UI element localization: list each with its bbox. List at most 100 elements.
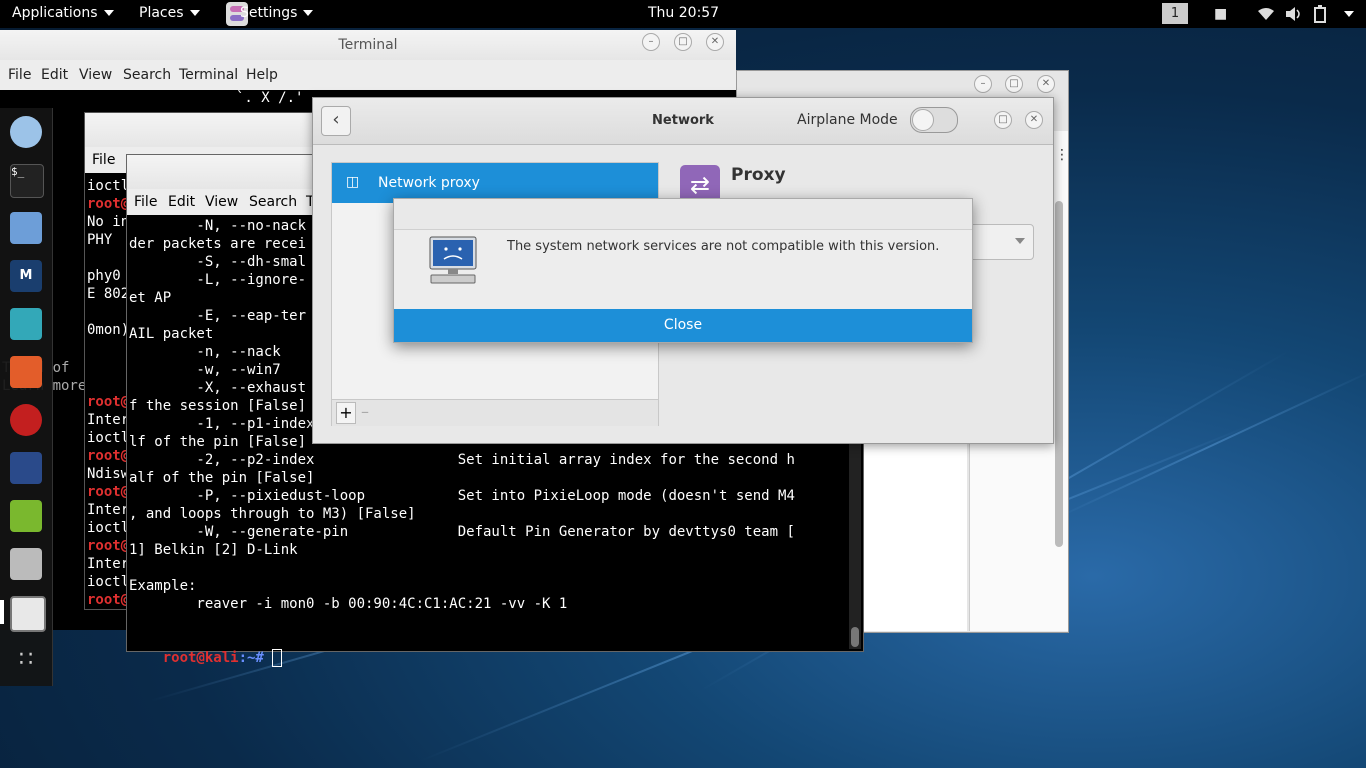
places-menu[interactable]: Places (139, 5, 200, 21)
network-proxy-icon: ◫ (346, 174, 360, 190)
terminal-line: -S, --dh-smal (129, 254, 307, 270)
terminal-prompt[interactable]: root@kali:~# (129, 631, 283, 667)
terminal-line: alf of the pin [False] (129, 470, 315, 486)
error-dialog: The system network services are not comp… (393, 198, 973, 343)
chevron-down-icon (189, 10, 200, 16)
leafpad-icon[interactable] (10, 500, 42, 532)
settings-menu[interactable]: Settings (240, 5, 314, 21)
cutycapt-icon[interactable] (10, 548, 42, 580)
terminal-line: -w, --win7 (129, 362, 281, 378)
add-icon[interactable]: + (336, 402, 356, 424)
terminal-line: -L, --ignore- (129, 272, 307, 288)
terminal-line: -2, --p2-index Set initial array index f… (129, 452, 795, 468)
terminal-line: et AP (129, 290, 172, 306)
minimize-icon[interactable]: – (642, 33, 660, 51)
menu-terminal[interactable]: Terminal (179, 67, 238, 83)
menu-edit[interactable]: Edit (168, 194, 195, 210)
terminal-line: AIL packet (129, 326, 214, 342)
terminal-line: -W, --generate-pin Default Pin Generator… (129, 524, 795, 540)
sidebar-item-label: Network proxy (378, 175, 480, 191)
network-headerbar: ‹ Network Airplane Mode □ ✕ (313, 98, 1053, 145)
menu-view[interactable]: View (79, 67, 112, 83)
top-bar: Applications Places Settings Thu 20:57 1… (0, 0, 1366, 28)
settings-label: Settings (240, 5, 298, 21)
pidgin-icon[interactable] (10, 116, 42, 148)
menu-file[interactable]: File (92, 152, 115, 168)
prompt-user: root@kali (162, 650, 239, 666)
maximize-icon[interactable]: □ (674, 33, 692, 51)
workspace-indicator[interactable]: 1 (1162, 3, 1188, 24)
menu-view[interactable]: View (205, 194, 238, 210)
people-icon[interactable]: ■ (1214, 6, 1227, 22)
places-label: Places (139, 5, 184, 21)
terminal-line: ioctl (87, 178, 130, 194)
terminal-line: lf of the pin [False] (129, 434, 307, 450)
remove-icon[interactable]: – (356, 402, 374, 422)
close-icon[interactable]: ✕ (1037, 75, 1055, 93)
terminal-line: -E, --eap-ter (129, 308, 307, 324)
sidebar-item-network-proxy[interactable]: ◫ Network proxy (332, 163, 658, 203)
menu-file[interactable]: File (134, 194, 157, 210)
scrollbar[interactable] (1055, 201, 1063, 547)
burpsuite-icon[interactable] (10, 356, 42, 388)
proxy-heading: Proxy (731, 165, 786, 185)
battery-icon[interactable] (1312, 5, 1332, 23)
terminal-line: -1, --p1-index (129, 416, 315, 432)
close-icon[interactable]: ✕ (1025, 111, 1043, 129)
terminal-menubar: File Edit View Search Terminal Help (0, 60, 736, 90)
more-options-icon[interactable]: ⋮ (1055, 147, 1069, 163)
terminal-line: Example: (129, 578, 197, 594)
terminal-line: reaver -i mon0 -b 00:90:4C:C1:AC:21 -vv … (129, 596, 568, 612)
dialog-message: The system network services are not comp… (507, 239, 940, 254)
applications-menu[interactable]: Applications (12, 5, 114, 21)
prompt-path: :~# (238, 650, 273, 666)
close-button[interactable]: Close (394, 309, 972, 342)
terminal-line: -n, --nack (129, 344, 281, 360)
terminal-line: -P, --pixiedust-loop Set into PixieLoop … (129, 488, 795, 504)
airplane-mode-switch[interactable] (910, 107, 958, 133)
terminal-line: PHY (87, 232, 113, 248)
running-indicator (0, 600, 4, 624)
volume-icon[interactable] (1284, 6, 1304, 22)
terminal-line: -X, --exhaust (129, 380, 307, 396)
terminal-line: 0mon) (87, 322, 130, 338)
app-grid-icon[interactable]: ∷ (14, 648, 38, 672)
faraday-icon[interactable] (10, 404, 42, 436)
menu-edit[interactable]: Edit (41, 67, 68, 83)
terminal-line: , and loops through to M3) [False] (129, 506, 416, 522)
dialog-titlebar (394, 199, 972, 230)
terminal-line: phy0 (87, 268, 121, 284)
menu-file[interactable]: File (8, 67, 31, 83)
chevron-down-icon (303, 10, 314, 16)
ascii-art-text: `. X /.' (236, 90, 304, 106)
armitage-icon[interactable] (10, 308, 42, 340)
menu-help[interactable]: Help (246, 67, 278, 83)
terminal-line: root@ (87, 196, 130, 212)
broken-computer-icon (429, 236, 477, 284)
settings-icon[interactable] (10, 596, 46, 632)
airplane-mode-label: Airplane Mode (797, 112, 898, 128)
metasploit-icon[interactable]: M (10, 260, 42, 292)
clock[interactable]: Thu 20:57 (648, 5, 719, 21)
minimize-icon[interactable]: – (974, 75, 992, 93)
maximize-icon[interactable]: □ (994, 111, 1012, 129)
terminal-line: -N, --no-nack (129, 218, 307, 234)
files-icon[interactable] (10, 212, 42, 244)
list-toolbar: + – (332, 399, 658, 426)
wifi-icon[interactable] (1256, 6, 1276, 22)
terminal-line: No in (87, 214, 130, 230)
terminal-icon[interactable]: $_ (10, 164, 44, 198)
maximize-icon[interactable]: □ (1005, 75, 1023, 93)
maltego-icon[interactable] (10, 452, 42, 484)
terminal-line: der packets are recei (129, 236, 307, 252)
chevron-down-icon (1015, 238, 1025, 244)
terminal-line: root@ (87, 394, 130, 410)
system-menu-chevron-icon[interactable] (1344, 11, 1354, 17)
terminal-line: f the session [False] (129, 398, 307, 414)
menu-search[interactable]: Search (249, 194, 297, 210)
cursor (272, 649, 283, 667)
chevron-down-icon (103, 10, 114, 16)
terminal-titlebar[interactable]: Terminal (0, 30, 736, 60)
close-icon[interactable]: ✕ (706, 33, 724, 51)
menu-search[interactable]: Search (123, 67, 171, 83)
